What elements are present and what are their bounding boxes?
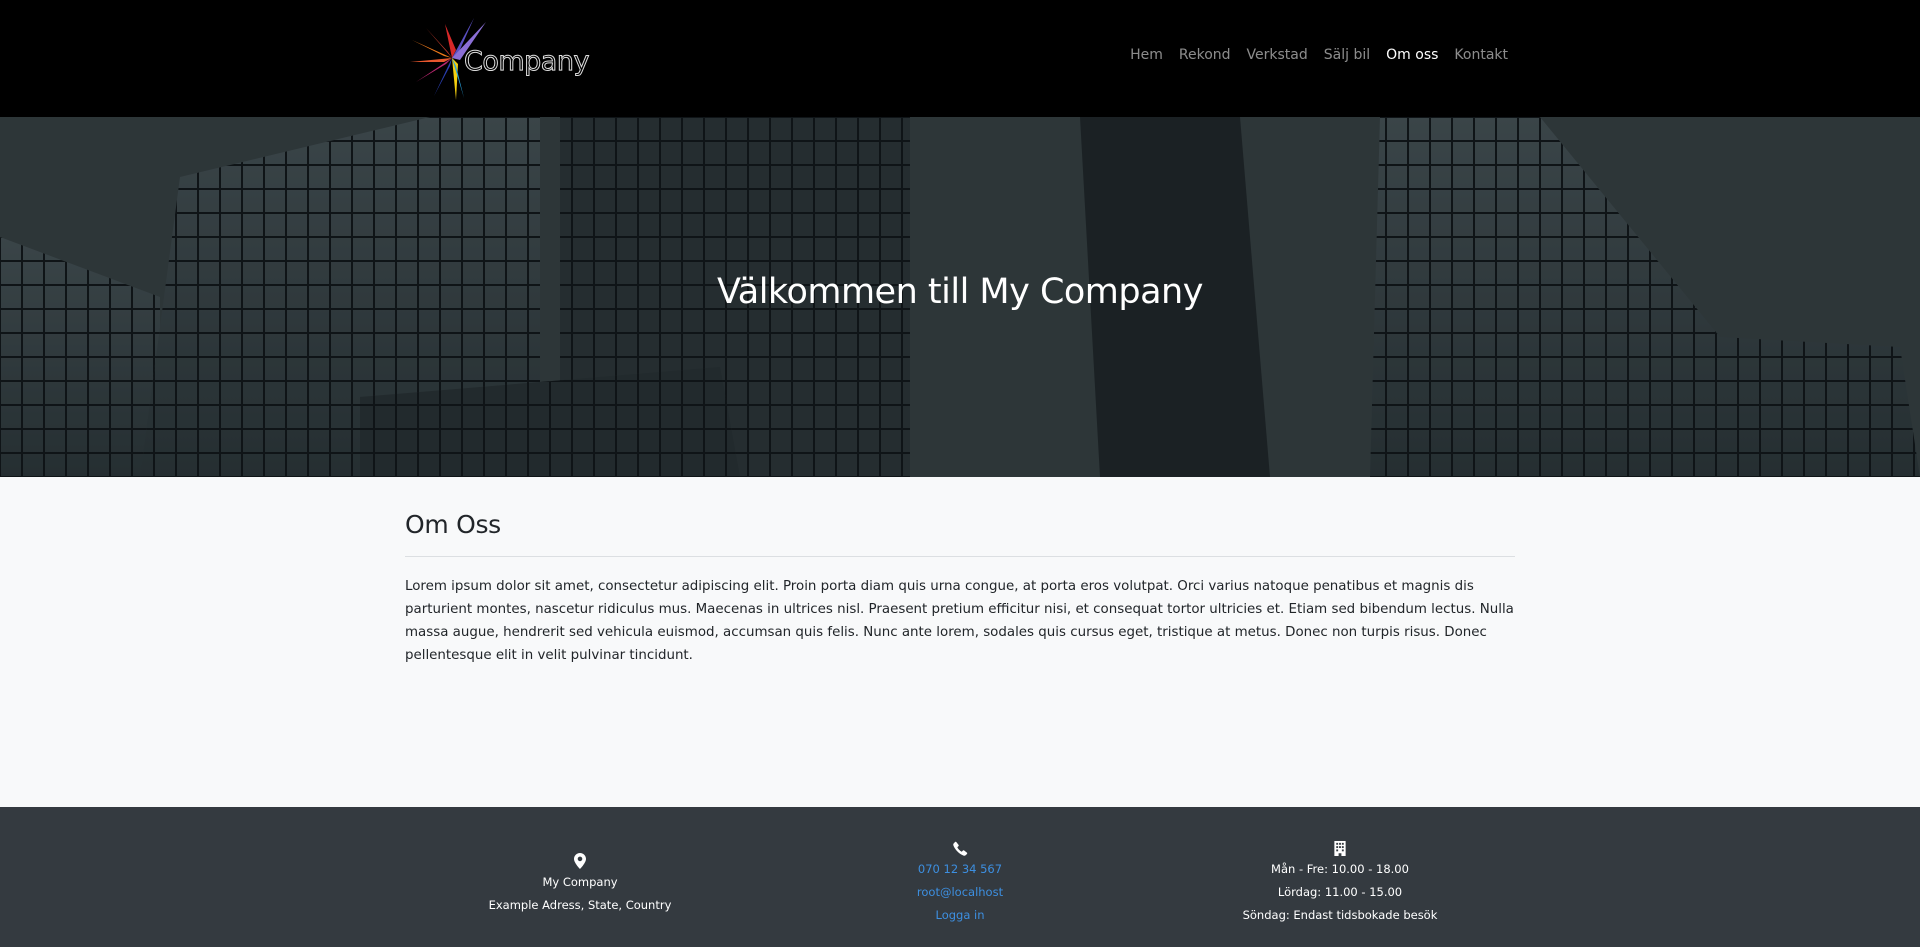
footer-address-line: Example Adress, State, Country <box>488 898 672 912</box>
about-text: Lorem ipsum dolor sit amet, consectetur … <box>405 579 1514 663</box>
brand-logo[interactable]: Company <box>406 10 590 108</box>
hero-banner: Välkommen till My Company <box>0 117 1920 477</box>
navbar: Company Hem Rekond Verkstad Sälj bil Om … <box>0 0 1920 117</box>
main-nav: Hem Rekond Verkstad Sälj bil Om oss Kont… <box>1130 47 1508 63</box>
footer-hours-weekdays: Mån - Fre: 10.00 - 18.00 <box>1271 862 1409 876</box>
building-icon <box>1334 841 1346 856</box>
hero-title: Välkommen till My Company <box>717 272 1203 312</box>
nav-link-salj-bil[interactable]: Sälj bil <box>1324 47 1370 63</box>
nav-link-hem[interactable]: Hem <box>1130 47 1163 63</box>
footer-company-name: My Company <box>542 875 618 889</box>
footer-hours-sunday: Söndag: Endast tidsbokade besök <box>1242 908 1438 922</box>
section-heading: Om Oss <box>405 510 501 539</box>
nav-link-verkstad[interactable]: Verkstad <box>1247 47 1308 63</box>
nav-link-om-oss[interactable]: Om oss <box>1386 47 1438 63</box>
nav-link-kontakt[interactable]: Kontakt <box>1454 47 1508 63</box>
footer-phone-link[interactable]: 070 12 34 567 <box>760 858 1160 881</box>
about-section: Om Oss Lorem ipsum dolor sit amet, conse… <box>405 510 1515 667</box>
footer-hours-saturday: Lördag: 11.00 - 15.00 <box>1277 885 1403 899</box>
footer-address: My Company Example Adress, State, Countr… <box>380 853 780 917</box>
footer-contact: 070 12 34 567 root@localhost Logga in <box>760 841 1160 927</box>
map-pin-icon <box>574 853 586 869</box>
footer: My Company Example Adress, State, Countr… <box>0 807 1920 947</box>
brand-text: Company <box>464 46 590 78</box>
footer-login-link[interactable]: Logga in <box>760 904 1160 927</box>
footer-email-link[interactable]: root@localhost <box>760 881 1160 904</box>
footer-hours: Mån - Fre: 10.00 - 18.00 Lördag: 11.00 -… <box>1140 841 1540 927</box>
nav-link-rekond[interactable]: Rekond <box>1179 47 1231 63</box>
section-divider <box>405 556 1515 557</box>
phone-icon <box>952 841 967 856</box>
